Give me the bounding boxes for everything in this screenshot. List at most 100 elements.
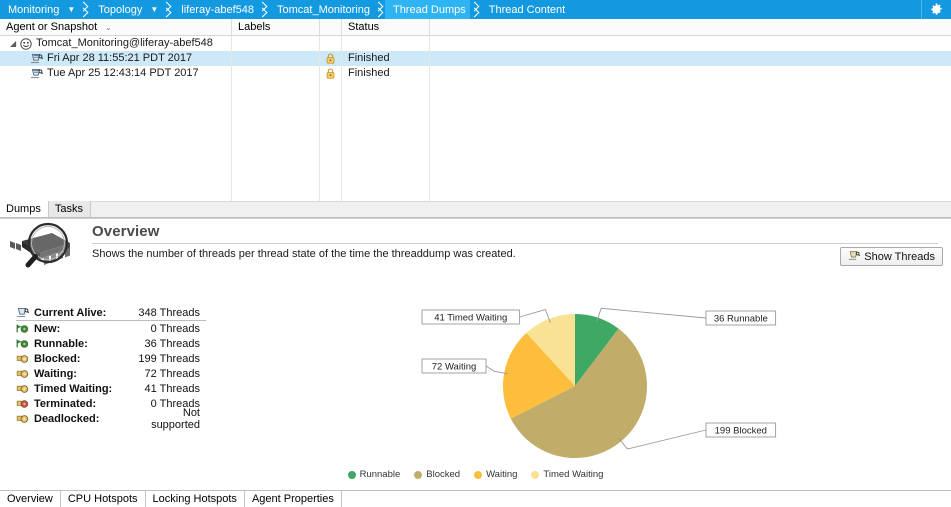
empty-cell bbox=[320, 141, 342, 156]
table-row[interactable]: Tue Apr 25 12:43:14 PDT 2017 Finished bbox=[0, 66, 951, 81]
table-empty-row bbox=[0, 126, 951, 141]
table-row[interactable]: ◢ Tomcat_Monitoring@liferay-abef548 bbox=[0, 36, 951, 51]
breadcrumb-separator bbox=[162, 0, 173, 19]
breadcrumb-item-host[interactable]: liferay-abef548 bbox=[173, 0, 258, 19]
cell-snapshot-name: Tue Apr 25 12:43:14 PDT 2017 bbox=[0, 66, 232, 81]
cell-lock bbox=[320, 66, 342, 81]
table-row[interactable]: Fri Apr 28 11:55:21 PDT 2017 Finished bbox=[0, 51, 951, 66]
column-header-agent-or-snapshot[interactable]: Agent or Snapshot ⌄ bbox=[0, 18, 232, 36]
column-header-status[interactable]: Status bbox=[342, 18, 430, 36]
empty-cell bbox=[430, 126, 951, 141]
tab-label: Overview bbox=[7, 492, 53, 505]
breadcrumb-item-topology[interactable]: Topology ▼ bbox=[90, 0, 162, 19]
tab-tasks[interactable]: Tasks bbox=[48, 201, 91, 217]
pie-callout-waiting: 72 Waiting bbox=[421, 358, 509, 375]
breadcrumb-separator bbox=[374, 0, 385, 19]
tab-agent-properties[interactable]: Agent Properties bbox=[244, 490, 342, 507]
breadcrumb-label: Tomcat_Monitoring bbox=[277, 3, 370, 16]
callout-label: 72 Waiting bbox=[432, 361, 477, 372]
stat-label: Terminated: bbox=[34, 397, 97, 410]
application-window: Monitoring ▼ Topology ▼ liferay-abef548 … bbox=[0, 0, 951, 507]
stat-row: Runnable: 36 Threads bbox=[16, 336, 206, 351]
legend-item[interactable]: Runnable bbox=[347, 469, 400, 480]
snapshot-name-label: Tue Apr 25 12:43:14 PDT 2017 bbox=[47, 67, 199, 79]
legend-item[interactable]: Timed Waiting bbox=[531, 469, 603, 480]
tab-dumps[interactable]: Dumps bbox=[0, 201, 49, 217]
cell-status: Finished bbox=[342, 66, 430, 81]
tabbar-filler bbox=[341, 490, 951, 507]
column-header-filler bbox=[430, 19, 951, 36]
tab-overview[interactable]: Overview bbox=[0, 490, 61, 507]
legend-item[interactable]: Waiting bbox=[474, 469, 517, 480]
empty-cell bbox=[430, 156, 951, 171]
snapshot-name-label: Fri Apr 28 11:55:21 PDT 2017 bbox=[47, 52, 193, 64]
empty-cell bbox=[232, 81, 320, 96]
stat-value: 41 Threads bbox=[144, 382, 200, 395]
stat-row: Current Alive: 348 Threads bbox=[16, 305, 206, 321]
show-threads-button[interactable]: Show Threads bbox=[840, 247, 943, 266]
cell-filler bbox=[430, 66, 951, 81]
overview-header-text: Overview Shows the number of threads per… bbox=[92, 223, 951, 260]
cell-status bbox=[342, 36, 430, 51]
column-header-label: Status bbox=[348, 20, 380, 33]
stat-value: 72 Threads bbox=[144, 367, 200, 380]
empty-cell bbox=[320, 171, 342, 186]
empty-cell bbox=[342, 171, 430, 186]
column-header-labels[interactable]: Labels bbox=[232, 18, 320, 36]
empty-cell bbox=[320, 186, 342, 201]
cell-labels bbox=[232, 66, 320, 81]
thread-dump-icon bbox=[30, 53, 44, 64]
empty-cell bbox=[232, 96, 320, 111]
stat-label: Deadlocked: bbox=[34, 412, 100, 425]
stat-value: 348 Threads bbox=[138, 306, 200, 319]
breadcrumb-label: Topology bbox=[98, 3, 143, 16]
stat-label: Waiting: bbox=[34, 367, 77, 380]
empty-cell bbox=[232, 186, 320, 201]
legend-swatch-icon bbox=[347, 470, 356, 479]
empty-cell bbox=[0, 126, 232, 141]
breadcrumb-label: Monitoring bbox=[8, 3, 60, 16]
legend-swatch-icon bbox=[414, 470, 423, 479]
snapshot-table[interactable]: Agent or Snapshot ⌄ Labels Status ◢ Tomc… bbox=[0, 18, 951, 202]
tab-label: Agent Properties bbox=[251, 492, 334, 505]
empty-cell bbox=[342, 156, 430, 171]
breadcrumb-bar: Monitoring ▼ Topology ▼ liferay-abef548 … bbox=[0, 0, 951, 19]
breadcrumb-item-monitoring[interactable]: Monitoring ▼ bbox=[0, 0, 79, 19]
empty-cell bbox=[342, 186, 430, 201]
breadcrumb-item-thread-content[interactable]: Thread Content bbox=[481, 0, 569, 19]
breadcrumb-item-thread-dumps[interactable]: Thread Dumps bbox=[384, 0, 470, 19]
thread-new-icon bbox=[16, 323, 34, 335]
stat-row: Waiting: 72 Threads bbox=[16, 366, 206, 381]
breadcrumb-label: Thread Content bbox=[488, 3, 566, 16]
empty-cell bbox=[0, 171, 232, 186]
empty-cell bbox=[320, 126, 342, 141]
overview-header: Overview Shows the number of threads per… bbox=[0, 219, 951, 268]
expand-collapse-icon[interactable]: ◢ bbox=[10, 39, 20, 48]
table-empty-row bbox=[0, 111, 951, 126]
chevron-down-icon[interactable]: ▼ bbox=[67, 5, 75, 14]
cell-agent-name: ◢ Tomcat_Monitoring@liferay-abef548 bbox=[0, 36, 232, 51]
empty-cell bbox=[0, 156, 232, 171]
chevron-down-icon[interactable]: ▼ bbox=[150, 5, 158, 14]
stat-value: Not supported bbox=[151, 406, 200, 431]
thread-deadlock-icon bbox=[16, 413, 34, 425]
breadcrumb-item-tomcat-monitoring[interactable]: Tomcat_Monitoring bbox=[269, 0, 374, 19]
cell-snapshot-name: Fri Apr 28 11:55:21 PDT 2017 bbox=[0, 51, 232, 66]
stat-label: New: bbox=[34, 322, 61, 335]
thread-blocked-icon bbox=[16, 353, 34, 365]
tab-locking-hotspots[interactable]: Locking Hotspots bbox=[145, 490, 245, 507]
empty-cell bbox=[430, 111, 951, 126]
gear-icon[interactable] bbox=[921, 0, 951, 19]
thread-timed-icon bbox=[16, 383, 34, 395]
breadcrumb-separator bbox=[470, 0, 481, 19]
tab-label: Dumps bbox=[6, 203, 41, 215]
legend-label: Blocked bbox=[426, 469, 461, 480]
pie-chart-svg: 36 Runnable 199 Blocked 72 Waiting 41 Timed… bbox=[421, 307, 777, 458]
tab-cpu-hotspots[interactable]: CPU Hotspots bbox=[60, 490, 146, 507]
pie-callout-blocked: 199 Blocked bbox=[618, 422, 777, 450]
table-empty-row bbox=[0, 96, 951, 111]
empty-cell bbox=[342, 141, 430, 156]
legend-item[interactable]: Blocked bbox=[414, 469, 460, 480]
cell-lock bbox=[320, 51, 342, 66]
column-header-lock[interactable] bbox=[320, 18, 342, 36]
